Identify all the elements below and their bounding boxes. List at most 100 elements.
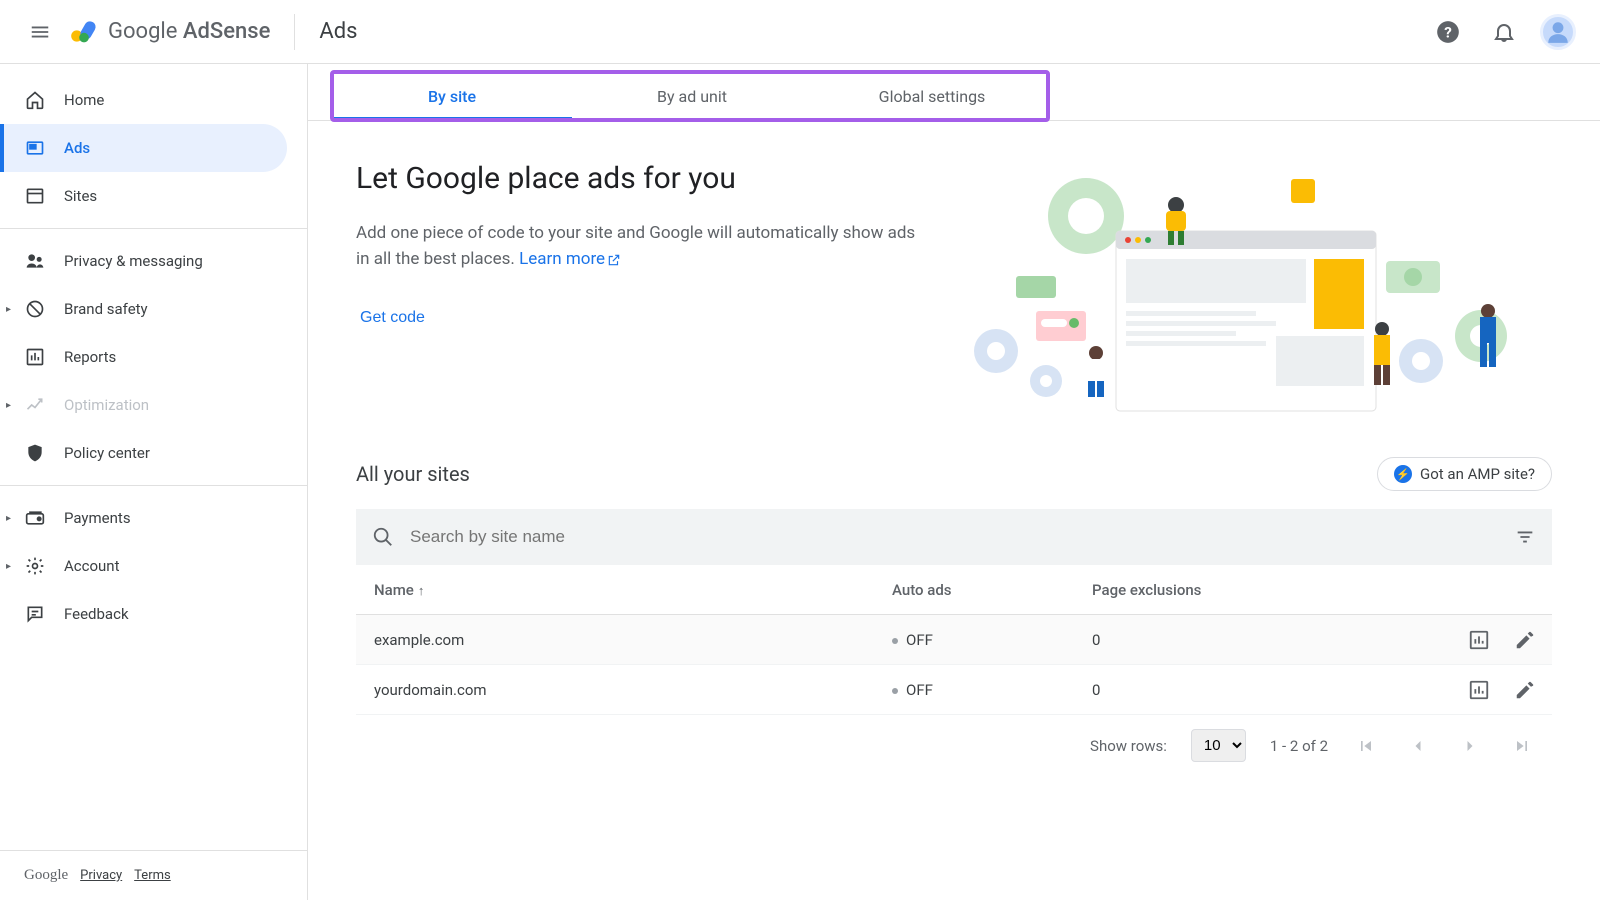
bell-icon <box>1492 20 1516 44</box>
edit-button[interactable] <box>1514 629 1536 651</box>
svg-text:?: ? <box>1444 23 1452 41</box>
sidebar-item-label: Policy center <box>64 444 150 462</box>
sidebar-item-label: Privacy & messaging <box>64 252 203 270</box>
amp-site-chip[interactable]: ⚡ Got an AMP site? <box>1377 457 1552 491</box>
chevron-left-icon <box>1408 736 1428 756</box>
sidebar-item-brand-safety[interactable]: ▸ Brand safety <box>0 285 287 333</box>
tab-global-settings[interactable]: Global settings <box>812 72 1052 120</box>
first-page-icon <box>1356 736 1376 756</box>
report-button[interactable] <box>1468 629 1490 651</box>
filter-icon[interactable] <box>1514 526 1536 548</box>
gear-icon <box>24 555 46 577</box>
hero-section: Let Google place ads for you Add one pie… <box>356 161 1552 421</box>
sidebar-item-sites[interactable]: Sites <box>0 172 287 220</box>
chevron-right-icon: ▸ <box>6 304 11 315</box>
hero-illustration <box>956 161 1516 421</box>
sidebar-item-label: Optimization <box>64 396 149 414</box>
chevron-right-icon: ▸ <box>6 400 11 411</box>
edit-button[interactable] <box>1514 679 1536 701</box>
site-name-cell: yourdomain.com <box>372 681 892 699</box>
hamburger-menu-button[interactable] <box>16 8 64 56</box>
hero-description: Add one piece of code to your site and G… <box>356 220 916 273</box>
tab-by-site[interactable]: By site <box>332 72 572 120</box>
page-title: Ads <box>319 19 357 44</box>
home-icon <box>24 89 46 111</box>
sidebar-item-home[interactable]: Home <box>0 76 287 124</box>
sidebar-divider <box>0 228 307 229</box>
pager-next-button[interactable] <box>1456 732 1484 760</box>
product-logo[interactable]: Google AdSense <box>68 16 270 48</box>
pager-prev-button[interactable] <box>1404 732 1432 760</box>
learn-more-link[interactable]: Learn more <box>519 249 621 269</box>
pager-range: 1 - 2 of 2 <box>1270 737 1328 755</box>
report-button[interactable] <box>1468 679 1490 701</box>
chart-icon <box>1468 679 1490 701</box>
footer-brand: Google <box>24 867 68 884</box>
notifications-button[interactable] <box>1484 12 1524 52</box>
sidebar-item-label: Ads <box>64 139 90 157</box>
sidebar-item-label: Reports <box>64 348 116 366</box>
hero-title: Let Google place ads for you <box>356 161 916 196</box>
sidebar-footer: Google Privacy Terms <box>0 850 307 900</box>
exclusions-cell: 0 <box>1092 631 1292 649</box>
search-input[interactable] <box>410 527 1498 547</box>
table-row: example.com OFF 0 <box>356 615 1552 665</box>
sidebar-item-label: Payments <box>64 509 131 527</box>
sidebar-item-label: Home <box>64 91 104 109</box>
policy-icon <box>24 442 46 464</box>
chart-icon <box>1468 629 1490 651</box>
avatar-icon <box>1545 19 1571 45</box>
tabs-container: By site By ad unit Global settings <box>308 64 1600 121</box>
sidebar-item-label: Feedback <box>64 605 129 623</box>
tab-by-ad-unit[interactable]: By ad unit <box>572 72 812 120</box>
chevron-right-icon: ▸ <box>6 561 11 572</box>
section-title: All your sites <box>356 462 1377 486</box>
amp-bolt-icon: ⚡ <box>1394 465 1412 483</box>
status-dot-icon <box>892 638 898 644</box>
brand-safety-icon <box>24 298 46 320</box>
optimization-icon <box>24 394 46 416</box>
hamburger-icon <box>29 21 51 43</box>
column-header-exclusions[interactable]: Page exclusions <box>1092 581 1292 599</box>
column-header-auto-ads[interactable]: Auto ads <box>892 581 1092 599</box>
privacy-icon <box>24 250 46 272</box>
sidebar-item-feedback[interactable]: Feedback <box>0 590 287 638</box>
sidebar-item-optimization[interactable]: ▸ Optimization <box>0 381 287 429</box>
help-button[interactable]: ? <box>1428 12 1468 52</box>
ads-icon <box>24 137 46 159</box>
sidebar-item-ads[interactable]: Ads <box>0 124 287 172</box>
auto-ads-cell: OFF <box>892 631 1092 649</box>
show-rows-label: Show rows: <box>1090 737 1167 755</box>
pencil-icon <box>1514 629 1536 651</box>
footer-terms-link[interactable]: Terms <box>134 868 171 883</box>
sites-table: Name↑ Auto ads Page exclusions example.c… <box>356 565 1552 715</box>
footer-privacy-link[interactable]: Privacy <box>80 868 122 883</box>
chevron-right-icon: ▸ <box>6 513 11 524</box>
account-avatar-button[interactable] <box>1540 14 1576 50</box>
get-code-button[interactable]: Get code <box>356 301 429 335</box>
sidebar-item-reports[interactable]: Reports <box>0 333 287 381</box>
sidebar-item-privacy[interactable]: Privacy & messaging <box>0 237 287 285</box>
sites-icon <box>24 185 46 207</box>
search-icon <box>372 526 394 548</box>
sidebar-item-account[interactable]: ▸ Account <box>0 542 287 590</box>
adsense-logo-icon <box>68 16 100 48</box>
sidebar-item-label: Sites <box>64 187 97 205</box>
main-content: By site By ad unit Global settings Let G… <box>308 64 1600 900</box>
app-header: Google AdSense Ads ? <box>0 0 1600 64</box>
pencil-icon <box>1514 679 1536 701</box>
table-pager: Show rows: 10 1 - 2 of 2 <box>356 715 1552 776</box>
feedback-icon <box>24 603 46 625</box>
pager-last-button[interactable] <box>1508 732 1536 760</box>
rows-per-page-select[interactable]: 10 <box>1191 729 1246 762</box>
pager-first-button[interactable] <box>1352 732 1380 760</box>
sidebar-item-policy-center[interactable]: Policy center <box>0 429 287 477</box>
sidebar-item-payments[interactable]: ▸ Payments <box>0 494 287 542</box>
chevron-right-icon <box>1460 736 1480 756</box>
last-page-icon <box>1512 736 1532 756</box>
product-name: Google AdSense <box>108 19 270 44</box>
sidebar-item-label: Brand safety <box>64 300 148 318</box>
column-header-name[interactable]: Name↑ <box>372 581 892 599</box>
status-dot-icon <box>892 688 898 694</box>
help-icon: ? <box>1435 19 1461 45</box>
